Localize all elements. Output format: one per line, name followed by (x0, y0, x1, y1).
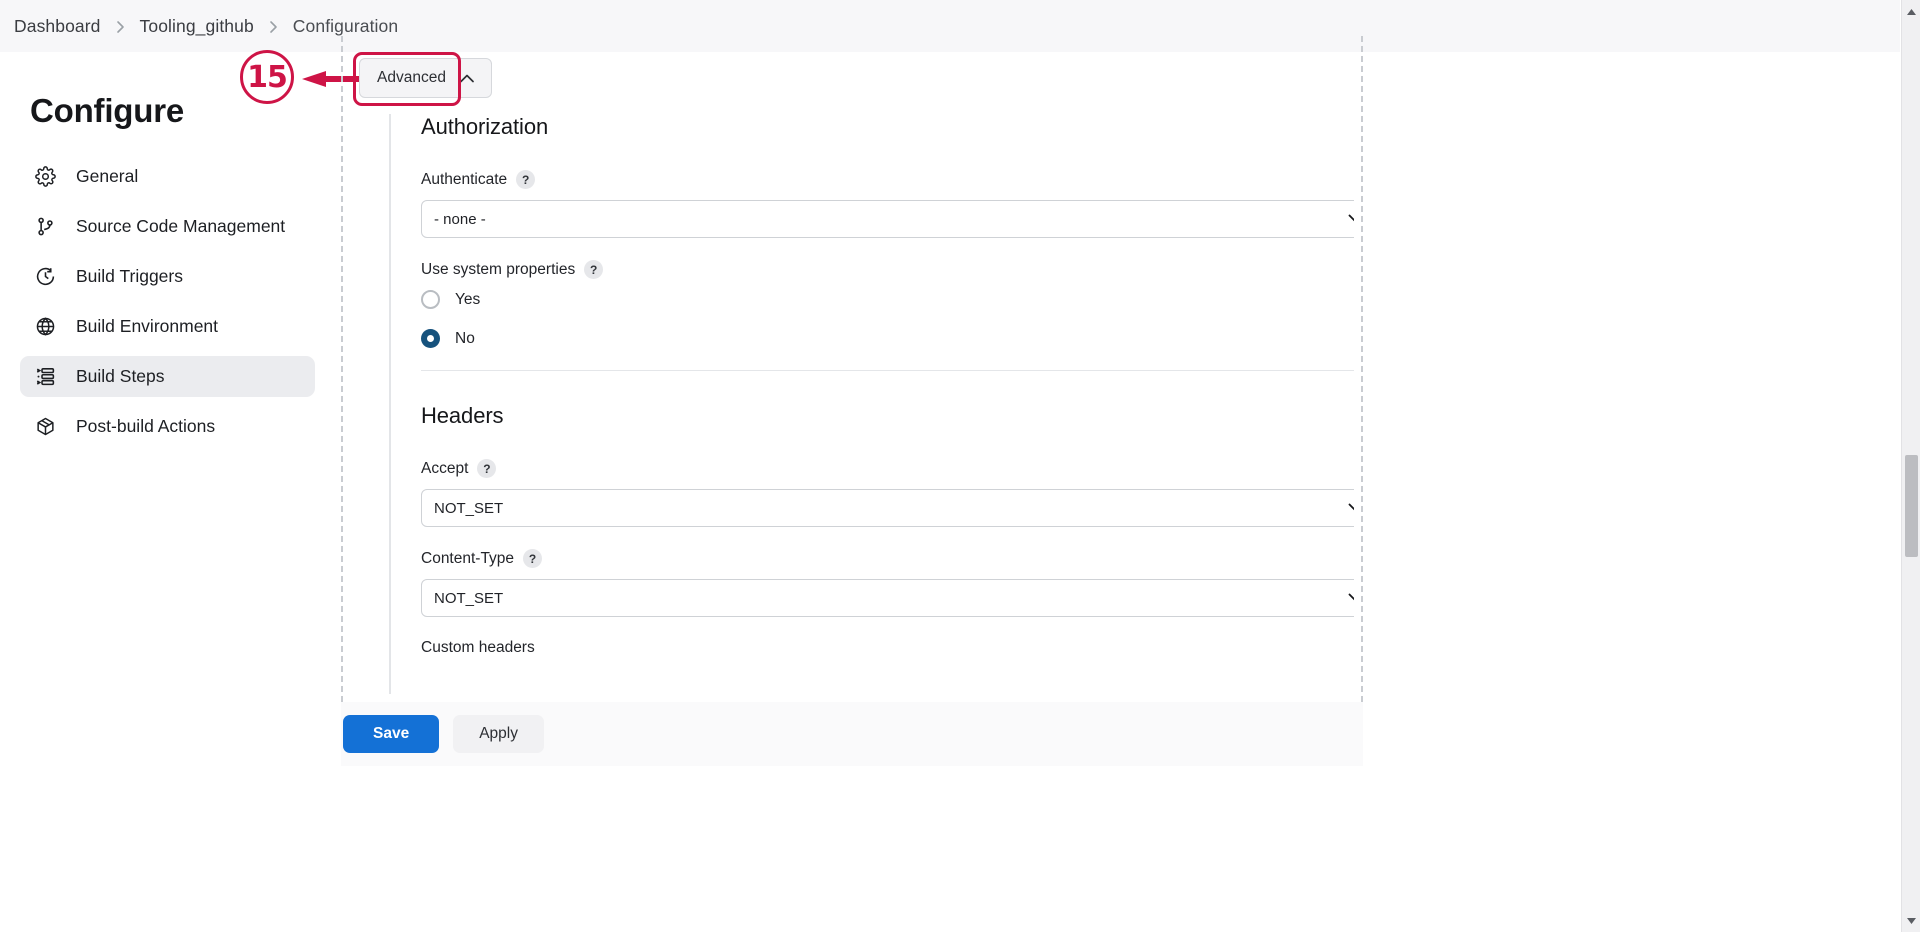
radio-button[interactable] (421, 290, 440, 309)
sidebar-item-build-steps[interactable]: Build Steps (20, 356, 315, 397)
page-root: Dashboard Tooling_github Configuration C… (0, 0, 1920, 932)
vertical-scrollbar[interactable] (1901, 0, 1920, 932)
radio-option-no[interactable]: No (421, 329, 1354, 348)
sidebar-item-label: Build Environment (76, 316, 219, 336)
content-type-select[interactable]: NOT_SET (421, 579, 1354, 617)
advanced-button-wrapper: Advanced (353, 52, 492, 106)
annotation-step-marker: 15 (240, 50, 408, 104)
authenticate-select-value: - none - (434, 210, 486, 228)
sidebar-nav: General Source Code Management Build Tri… (0, 156, 400, 447)
help-icon[interactable]: ? (523, 549, 543, 568)
package-icon (32, 414, 58, 440)
help-icon[interactable]: ? (477, 459, 497, 478)
sidebar-item-build-environment[interactable]: Build Environment (20, 306, 378, 347)
advanced-button-label: Advanced (377, 69, 446, 86)
scroll-up-arrow-icon[interactable] (1902, 2, 1920, 21)
field-label: Authenticate (421, 170, 508, 188)
radio-label: Yes (455, 290, 481, 308)
radio-label: No (455, 329, 475, 347)
scroll-down-arrow-icon[interactable] (1902, 911, 1920, 930)
chevron-down-icon (1348, 211, 1354, 228)
annotation-number: 15 (240, 50, 294, 104)
sidebar-item-build-triggers[interactable]: Build Triggers (20, 256, 378, 297)
breadcrumb-item-tooling-github[interactable]: Tooling_github (140, 16, 254, 37)
sidebar-item-label: Post-build Actions (76, 416, 216, 436)
list-icon (32, 364, 58, 390)
sidebar-item-post-build-actions[interactable]: Post-build Actions (20, 406, 378, 447)
accept-select[interactable]: NOT_SET (421, 489, 1354, 527)
field-label: Accept (421, 459, 469, 477)
section-title-authorization: Authorization (421, 114, 549, 139)
configuration-form: Authorization Authenticate ? - none - Us… (389, 114, 1354, 694)
sidebar-item-label: Source Code Management (76, 216, 286, 236)
chevron-up-icon (460, 74, 474, 83)
gear-icon (32, 164, 58, 190)
radio-option-yes[interactable]: Yes (421, 290, 1354, 309)
field-use-system-properties: Use system properties ? Yes No (421, 260, 1354, 348)
field-content-type: Content-Type ? NOT_SET (421, 549, 1354, 617)
chevron-right-icon (115, 20, 126, 34)
save-button[interactable]: Save (343, 715, 440, 753)
chevron-right-icon (268, 20, 279, 34)
bottom-strip (0, 926, 1900, 932)
main-content-panel: Advanced Authorization Authenticate ? - … (341, 36, 1363, 702)
scrollbar-thumb[interactable] (1905, 455, 1918, 557)
accept-select-value: NOT_SET (434, 499, 504, 517)
radio-button[interactable] (421, 329, 440, 348)
section-title-headers: Headers (421, 403, 504, 428)
field-accept: Accept ? NOT_SET (421, 459, 1354, 527)
field-label: Use system properties (421, 260, 576, 278)
chevron-down-icon (1348, 590, 1354, 607)
field-authenticate: Authenticate ? - none - (421, 170, 1354, 238)
advanced-toggle-button[interactable]: Advanced (359, 58, 492, 98)
sidebar-item-label: Build Triggers (76, 266, 183, 286)
clock-icon (32, 264, 58, 290)
sidebar-item-label: General (76, 166, 139, 186)
help-icon[interactable]: ? (584, 260, 604, 279)
authenticate-select[interactable]: - none - (421, 200, 1354, 238)
globe-icon (32, 314, 58, 340)
form-action-bar: Save Apply (341, 702, 1363, 766)
section-divider (421, 370, 1354, 371)
breadcrumb-item-dashboard[interactable]: Dashboard (14, 16, 101, 37)
help-icon[interactable]: ? (516, 170, 536, 189)
content-type-select-value: NOT_SET (434, 589, 504, 607)
field-label: Content-Type (421, 549, 515, 567)
chevron-down-icon (1348, 500, 1354, 517)
sidebar-item-label: Build Steps (76, 366, 165, 386)
breadcrumb-item-configuration[interactable]: Configuration (293, 16, 398, 37)
sidebar: Configure General Source Code Management… (0, 52, 400, 932)
field-label-custom-headers: Custom headers (421, 639, 535, 656)
sidebar-item-general[interactable]: General (20, 156, 378, 197)
branch-icon (32, 214, 58, 240)
apply-button[interactable]: Apply (453, 715, 544, 753)
sidebar-item-source-code-management[interactable]: Source Code Management (20, 206, 378, 247)
